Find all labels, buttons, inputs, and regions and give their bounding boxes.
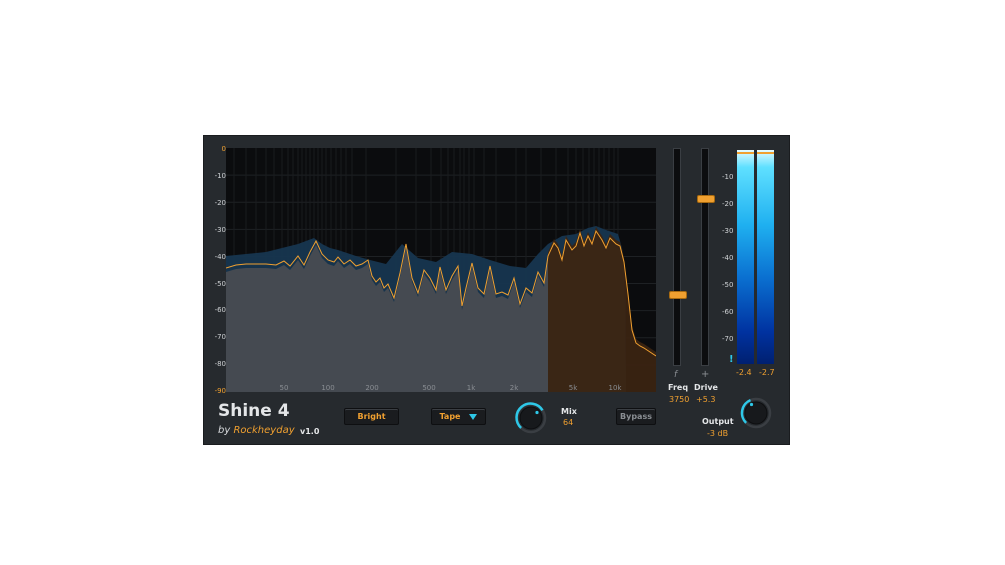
- drive-value: +5.3: [696, 395, 716, 404]
- plugin-title: Shine 4: [218, 401, 290, 421]
- freq-icon: f: [674, 370, 678, 380]
- output-label: Output: [702, 417, 734, 426]
- meter-left-value: -2.4: [736, 368, 752, 377]
- dropdown-arrow-icon: [469, 413, 478, 420]
- mode-dropdown-label: Tape: [439, 412, 461, 421]
- freq-axis-label: 500: [422, 384, 435, 392]
- freq-axis-label: 1k: [467, 384, 476, 392]
- meter-scale-label: -20: [722, 199, 734, 208]
- mix-knob[interactable]: [514, 401, 548, 435]
- mix-label: Mix: [561, 407, 577, 416]
- meter-scale-label: -10: [722, 172, 734, 181]
- bright-button[interactable]: Bright: [344, 408, 399, 425]
- db-scale-label: 0: [221, 145, 226, 153]
- db-scale-label: -20: [214, 198, 226, 207]
- freq-label: Freq: [668, 383, 689, 392]
- freq-axis-label: 10k: [609, 384, 623, 392]
- meter-scale-label: -50: [722, 280, 734, 289]
- output-knob[interactable]: [739, 396, 773, 430]
- spectrum-analyzer: 50 100 200 500 1k 2k 5k 10k: [225, 148, 657, 392]
- mode-dropdown[interactable]: Tape: [431, 408, 486, 425]
- db-scale-label: -60: [214, 306, 226, 315]
- peak-hold-left: [737, 152, 754, 154]
- plugin-byline: by Rockheyday: [218, 425, 295, 436]
- peak-hold-right: [757, 152, 774, 154]
- version-label: v1.0: [300, 427, 320, 436]
- freq-axis-label: 200: [365, 384, 378, 392]
- freq-axis-label: 50: [280, 384, 289, 392]
- db-scale-label: -70: [214, 333, 226, 342]
- freq-axis-label: 2k: [510, 384, 519, 392]
- output-value: -3 dB: [707, 429, 729, 438]
- freq-axis-label: 5k: [569, 384, 578, 392]
- drive-slider-track[interactable]: [701, 148, 709, 366]
- shine4-plugin-window: 0 -10 -20 -30 -40 -50 -60 -70 -80 -90 50 100 200 500…: [203, 135, 790, 445]
- db-scale-label: -30: [214, 225, 226, 234]
- freq-axis-label: 100: [321, 384, 334, 392]
- output-meter-left: [737, 150, 754, 364]
- freq-slider-handle[interactable]: [669, 291, 687, 300]
- db-scale-label: -80: [214, 360, 226, 369]
- mix-value: 64: [563, 418, 574, 427]
- spectrum-high-band-fill: [548, 227, 656, 392]
- drive-slider-handle[interactable]: [697, 195, 715, 204]
- clip-indicator-icon: !: [729, 354, 734, 365]
- db-scale-label: -90: [214, 387, 226, 396]
- byline-prefix: by: [218, 425, 231, 436]
- drive-label: Drive: [694, 383, 718, 392]
- db-scale-label: -10: [214, 171, 226, 180]
- freq-value: 3750: [669, 395, 690, 404]
- meter-scale-label: -70: [722, 334, 734, 343]
- meter-right-value: -2.7: [759, 368, 775, 377]
- output-meter-right: [757, 150, 774, 364]
- brand-name: Rockheyday: [233, 425, 295, 436]
- drive-icon: +: [701, 369, 710, 380]
- bypass-button[interactable]: Bypass: [616, 408, 656, 425]
- freq-slider-track[interactable]: [673, 148, 681, 366]
- db-scale-label: -40: [214, 252, 226, 261]
- meter-scale-label: -30: [722, 226, 734, 235]
- meter-scale-label: -60: [722, 307, 734, 316]
- spectrum-graph: 50 100 200 500 1k 2k 5k 10k: [225, 148, 657, 392]
- db-scale-label: -50: [214, 279, 226, 288]
- meter-scale-label: -40: [722, 253, 734, 262]
